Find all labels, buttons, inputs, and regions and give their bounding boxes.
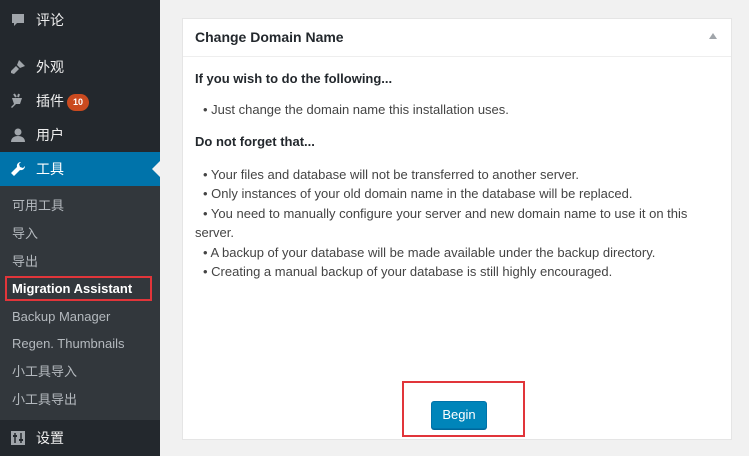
- admin-sidebar: 评论 外观 插件 10 用户 工具 可用工具 导入 导出 Migration As…: [0, 0, 160, 456]
- submenu-item-available-tools[interactable]: 可用工具: [12, 197, 64, 215]
- menu-label-comments: 评论: [36, 12, 64, 28]
- section-heading-forget: Do not forget that...: [195, 134, 315, 149]
- menu-item-comments[interactable]: 评论: [0, 3, 160, 37]
- begin-highlight-box: Begin: [402, 381, 525, 437]
- panel-body: If you wish to do the following... • Jus…: [195, 69, 723, 282]
- menu-label-plugins-wrap: 插件 10: [36, 92, 90, 111]
- menu-item-plugins[interactable]: 插件 10: [0, 84, 160, 118]
- menu-label-plugins: 插件: [36, 93, 64, 109]
- menu-label-users: 用户: [36, 127, 64, 143]
- migration-assistant-highlight-box: [5, 276, 152, 301]
- section-heading-wish: If you wish to do the following...: [195, 71, 393, 86]
- plugins-update-badge: 10: [67, 94, 90, 111]
- panel-header: Change Domain Name: [183, 19, 731, 57]
- change-domain-panel: Change Domain Name If you wish to do the…: [182, 18, 732, 440]
- comment-icon: [12, 14, 24, 26]
- menu-item-users[interactable]: 用户: [0, 118, 160, 152]
- submenu-item-regen-thumbnails[interactable]: Regen. Thumbnails: [12, 335, 125, 353]
- tools-submenu: 可用工具 导入 导出 Migration Assistant Backup Ma…: [0, 186, 160, 420]
- menu-label-settings: 设置: [36, 430, 64, 446]
- settings-sliders-icon: [11, 431, 25, 445]
- submenu-item-backup-manager[interactable]: Backup Manager: [12, 308, 110, 326]
- menu-label-appearance: 外观: [36, 59, 64, 75]
- user-icon: [11, 128, 25, 142]
- submenu-item-widget-import[interactable]: 小工具导入: [12, 363, 77, 381]
- submenu-item-export[interactable]: 导出: [12, 253, 38, 271]
- menu-label-tools: 工具: [36, 161, 64, 177]
- submenu-item-import[interactable]: 导入: [12, 225, 38, 243]
- bullet-item: • Your files and database will not be tr…: [203, 166, 580, 182]
- menu-item-appearance[interactable]: 外观: [0, 50, 160, 84]
- paintbrush-icon: [11, 60, 25, 74]
- menu-item-tools[interactable]: 工具: [0, 152, 160, 186]
- panel-title: Change Domain Name: [195, 29, 344, 45]
- begin-button[interactable]: Begin: [431, 401, 487, 429]
- bullet-item: • Creating a manual backup of your datab…: [203, 264, 613, 279]
- submenu-item-widget-export[interactable]: 小工具导出: [12, 391, 77, 409]
- bullet-item: • A backup of your database will be made…: [203, 244, 656, 260]
- bullet-item: • Only instances of your old domain name…: [203, 186, 633, 201]
- bullet-item: • Just change the domain name this insta…: [203, 101, 509, 117]
- plugin-icon: [11, 93, 22, 108]
- menu-item-settings[interactable]: 设置: [0, 421, 160, 455]
- wrench-icon: [11, 161, 26, 176]
- collapse-toggle-icon[interactable]: [709, 33, 717, 39]
- bullet-item: • You need to manually configure your se…: [195, 205, 688, 241]
